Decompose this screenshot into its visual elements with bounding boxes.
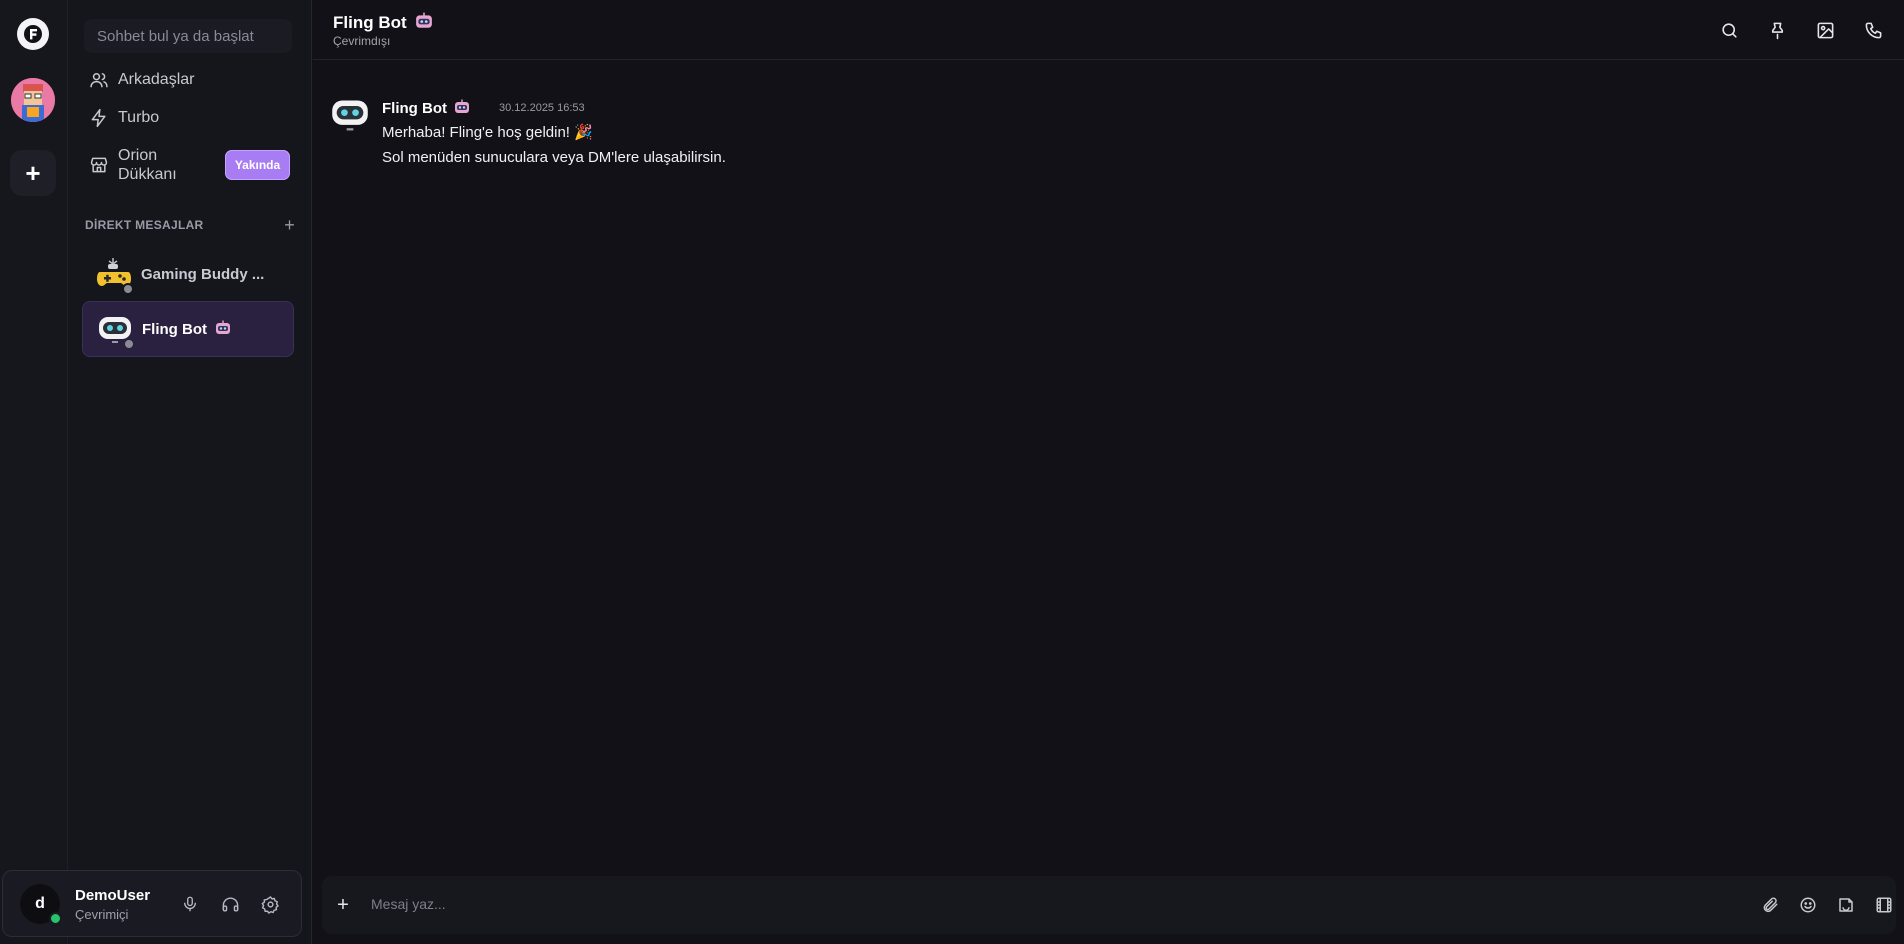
offline-status-dot: [123, 338, 135, 350]
robot-avatar[interactable]: [330, 96, 370, 136]
robot-emoji-icon: [415, 12, 433, 30]
film-icon[interactable]: [1873, 894, 1895, 916]
phone-icon[interactable]: [1862, 19, 1884, 41]
chat-header: Fling Bot Çevrimdışı: [313, 0, 1904, 60]
dm-sidebar: Sohbet bul ya da başlat Arkadaşlar Turbo…: [68, 0, 312, 944]
add-dm-button[interactable]: +: [284, 215, 295, 236]
chat-status: Çevrimdışı: [333, 34, 391, 48]
direct-messages-header: DİREKT MESAJLAR +: [85, 215, 295, 236]
message-text: Sol menüden sunuculara veya DM'lere ulaş…: [382, 149, 726, 166]
message-text: Merhaba! Fling'e hoş geldin! 🎉: [382, 124, 593, 141]
search-icon[interactable]: [1718, 19, 1740, 41]
chat-title: Fling Bot: [333, 12, 433, 33]
dm-header-label: DİREKT MESAJLAR: [85, 218, 204, 232]
image-icon[interactable]: [1814, 19, 1836, 41]
sticker-icon[interactable]: [1835, 894, 1857, 916]
fling-logo-icon[interactable]: [17, 18, 49, 50]
gamepad-avatar: [96, 256, 134, 295]
plus-icon: +: [25, 157, 41, 188]
nav-turbo[interactable]: Turbo: [84, 101, 294, 135]
message-composer: + Mesaj yaz...: [322, 876, 1896, 934]
gear-icon[interactable]: [259, 893, 281, 915]
pin-icon[interactable]: [1766, 19, 1788, 41]
dm-name: Fling Bot: [142, 320, 231, 338]
coming-soon-badge: Yakında: [225, 150, 290, 180]
user-status: Çevrimiçi: [75, 907, 129, 922]
nav-orion-store[interactable]: Orion Dükkanı Yakında: [84, 141, 294, 189]
paperclip-icon[interactable]: [1759, 894, 1781, 916]
dm-name: Gaming Buddy ...: [141, 265, 265, 283]
add-server-button[interactable]: +: [10, 150, 56, 196]
server-rail: +: [0, 0, 68, 944]
message-timestamp: 30.12.2025 16:53: [499, 102, 585, 114]
users-icon: [88, 69, 110, 91]
lightning-icon: [88, 107, 110, 129]
store-icon: [88, 154, 110, 176]
offline-status-dot: [122, 283, 134, 295]
headphones-icon[interactable]: [219, 893, 241, 915]
microphone-icon[interactable]: [179, 893, 201, 915]
attach-plus-button[interactable]: +: [332, 894, 354, 916]
dm-item-gaming-buddy[interactable]: Gaming Buddy ...: [82, 246, 294, 302]
search-placeholder: Sohbet bul ya da başlat: [97, 27, 254, 45]
message-input[interactable]: Mesaj yaz...: [371, 896, 446, 912]
nav-turbo-label: Turbo: [118, 109, 160, 126]
user-panel: d DemoUser Çevrimiçi: [2, 870, 302, 937]
nav-orion-label: Orion Dükkanı: [118, 147, 177, 183]
dm-item-fling-bot[interactable]: Fling Bot: [82, 301, 294, 357]
nav-friends[interactable]: Arkadaşlar: [84, 63, 294, 97]
nav-friends-label: Arkadaşlar: [118, 71, 195, 88]
online-status-dot: [49, 912, 62, 925]
robot-emoji-icon: [454, 99, 470, 115]
message-author[interactable]: Fling Bot: [382, 99, 470, 117]
server-avatar[interactable]: [11, 78, 55, 122]
robot-emoji-icon: [215, 320, 231, 336]
user-name: DemoUser: [75, 887, 151, 904]
emoji-icon[interactable]: [1797, 894, 1819, 916]
robot-avatar: [97, 311, 135, 350]
chat-main: Fling Bot Çevrimdışı Fling Bot 30.12.202…: [313, 0, 1904, 944]
search-input[interactable]: Sohbet bul ya da başlat: [84, 19, 292, 53]
